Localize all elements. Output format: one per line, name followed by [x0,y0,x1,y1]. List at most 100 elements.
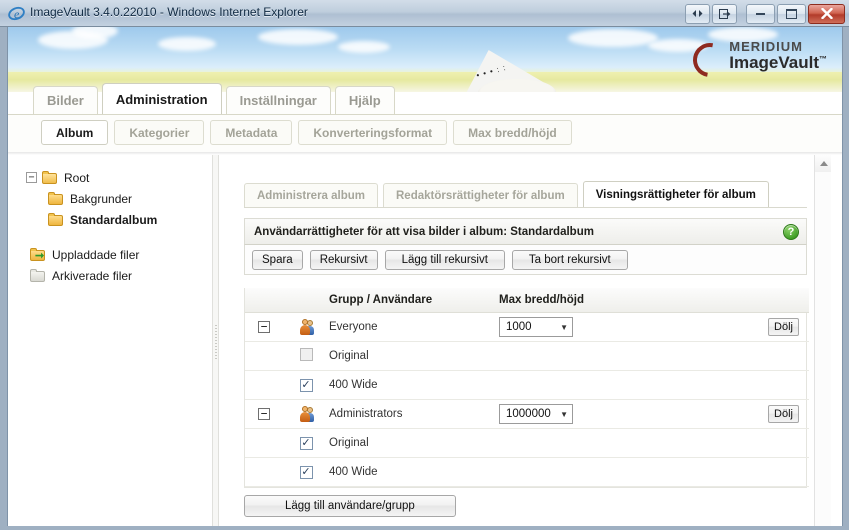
row-action-cell [699,428,809,458]
remove-recursive-button[interactable]: Ta bort rekursivt [511,249,628,270]
root-expander-icon[interactable]: − [26,172,37,183]
recursive-button[interactable]: Rekursivt [309,249,378,270]
collapse-icon[interactable]: − [258,408,270,420]
chevron-down-icon: ▼ [560,409,568,419]
add-user-group-button[interactable]: Lägg till användare/grupp [244,495,456,517]
col-max-size: Max bredd/höjd [499,288,699,313]
table-row[interactable]: ✓ Original [245,428,809,458]
table-row[interactable]: Original [245,341,809,371]
hide-button-everyone[interactable]: Dölj [768,318,799,336]
table-row[interactable]: ✓ 400 Wide [245,457,809,487]
brand-trademark: ™ [819,54,827,64]
maximize-button[interactable] [777,3,806,24]
tab-list-button[interactable] [685,3,710,24]
pane-splitter[interactable] [212,155,219,530]
subtab-kategorier[interactable]: Kategorier [114,120,205,145]
tree-item-bakgrunder[interactable]: Bakgrunder [26,188,157,209]
subtab-max-bredd-hojd-label: Max bredd/höjd [468,125,557,140]
album-tree: − Root Bakgrunder Standardalbum ➞ Upplad… [26,167,157,286]
subtab-konverteringsformat[interactable]: Konverteringsformat [298,120,448,145]
folder-icon [48,213,64,226]
table-row[interactable]: ✓ 400 Wide [245,370,809,400]
format-checkbox-everyone-original[interactable] [299,348,313,361]
row-name-administrators: Administrators [329,399,499,429]
row-size-cell[interactable]: 1000000 ▼ [499,399,699,429]
subtab-album[interactable]: Album [41,120,109,145]
content-tab-visningsrattigheter-label: Visningsrättigheter för album [595,188,756,201]
tab-installningar[interactable]: Inställningar [225,86,331,114]
folder-open-icon [42,171,58,184]
row-checkbox-cell[interactable]: ✓ [283,428,329,458]
window-frame: • • • : : MERIDIUM ImageVault™ Bilder Ad… [0,27,849,530]
panel-header: Användarrättigheter för att visa bilder … [244,218,807,245]
close-button[interactable] [808,3,845,24]
scroll-up-button[interactable] [815,155,831,172]
row-action-cell [699,457,809,487]
content-tab-redaktorsrattigheter[interactable]: Redaktörsrättigheter för album [383,183,578,208]
tab-administration[interactable]: Administration [101,83,222,114]
row-checkbox-cell[interactable]: ✓ [283,457,329,487]
tree-item-root[interactable]: − Root [26,167,157,188]
row-size-cell [499,428,699,458]
folder-icon [48,192,64,205]
chevron-down-icon: ▼ [560,322,568,332]
row-size-cell [499,457,699,487]
max-size-select-everyone[interactable]: 1000 ▼ [499,317,573,337]
tree-item-bakgrunder-label: Bakgrunder [70,191,133,206]
brand-product: ImageVault™ [729,53,827,73]
tab-bilder[interactable]: Bilder [33,86,98,114]
title-bar: e ImageVault 3.4.0.22010 - Windows Inter… [0,0,849,27]
tab-hjalp[interactable]: Hjälp [334,86,395,114]
row-size-cell [499,341,699,371]
collapse-icon[interactable]: − [258,321,270,333]
quick-tabs-button[interactable] [712,3,737,24]
vertical-scrollbar[interactable] [814,155,831,530]
format-checkbox-administrators-original[interactable]: ✓ [299,436,313,450]
content-tab-visningsrattigheter[interactable]: Visningsrättigheter för album [582,181,769,208]
scrollbar-track[interactable] [815,172,831,530]
row-action-cell[interactable]: Dölj [699,399,809,429]
tree-item-standardalbum[interactable]: Standardalbum [26,209,157,230]
minimize-button[interactable] [746,3,775,24]
help-question-icon[interactable]: ? [783,224,799,240]
row-expander-cell [245,457,283,487]
hide-button-administrators[interactable]: Dölj [768,405,799,423]
tree-item-uppladdade-filer-label: Uppladdade filer [52,247,140,262]
permissions-table-wrap: Grupp / Användare Max bredd/höjd − Every… [244,288,809,488]
table-row[interactable]: − Administrators 1000000 ▼ Dölj [245,399,809,429]
row-expander-cell[interactable]: − [245,312,283,342]
add-recursive-button[interactable]: Lägg till rekursivt [384,249,505,270]
row-size-cell[interactable]: 1000 ▼ [499,312,699,342]
folder-upload-icon: ➞ [30,248,46,262]
tab-administration-label: Administration [115,91,208,107]
folder-archive-icon [30,269,46,282]
sub-tab-list: Album Kategorier Metadata Konverteringsf… [41,120,572,145]
row-expander-cell[interactable]: − [245,399,283,429]
body-area: − Root Bakgrunder Standardalbum ➞ Upplad… [8,155,842,530]
table-row[interactable]: − Everyone 1000 ▼ Dölj [245,312,809,342]
brand-product-name: ImageVault [729,53,819,72]
panel-title: Användarrättigheter för att visa bilder … [254,225,594,238]
row-checkbox-cell[interactable]: ✓ [283,370,329,400]
subtab-metadata[interactable]: Metadata [210,120,293,145]
format-checkbox-administrators-400wide[interactable]: ✓ [299,465,313,479]
subtab-album-label: Album [56,125,94,140]
row-checkbox-cell[interactable] [283,341,329,371]
save-button[interactable]: Spara [252,249,303,270]
internet-explorer-icon: e [8,7,25,21]
max-size-select-administrators[interactable]: 1000000 ▼ [499,404,573,424]
row-action-cell [699,341,809,371]
tree-item-arkiverade-filer[interactable]: Arkiverade filer [26,265,157,286]
window-bottom-edge [0,526,849,530]
chevron-up-icon [819,161,828,166]
splitter-grip [215,325,217,359]
subtab-max-bredd-hojd[interactable]: Max bredd/höjd [453,120,572,145]
format-checkbox-everyone-400wide[interactable]: ✓ [299,378,313,392]
tab-installningar-label: Inställningar [239,93,317,108]
sub-tab-bar: Album Kategorier Metadata Konverteringsf… [8,114,842,152]
content-tab-administrera-album[interactable]: Administrera album [244,183,378,208]
tab-hjalp-label: Hjälp [348,93,381,108]
tree-item-uppladdade-filer[interactable]: ➞ Uppladdade filer [26,244,157,265]
row-action-cell[interactable]: Dölj [699,312,809,342]
